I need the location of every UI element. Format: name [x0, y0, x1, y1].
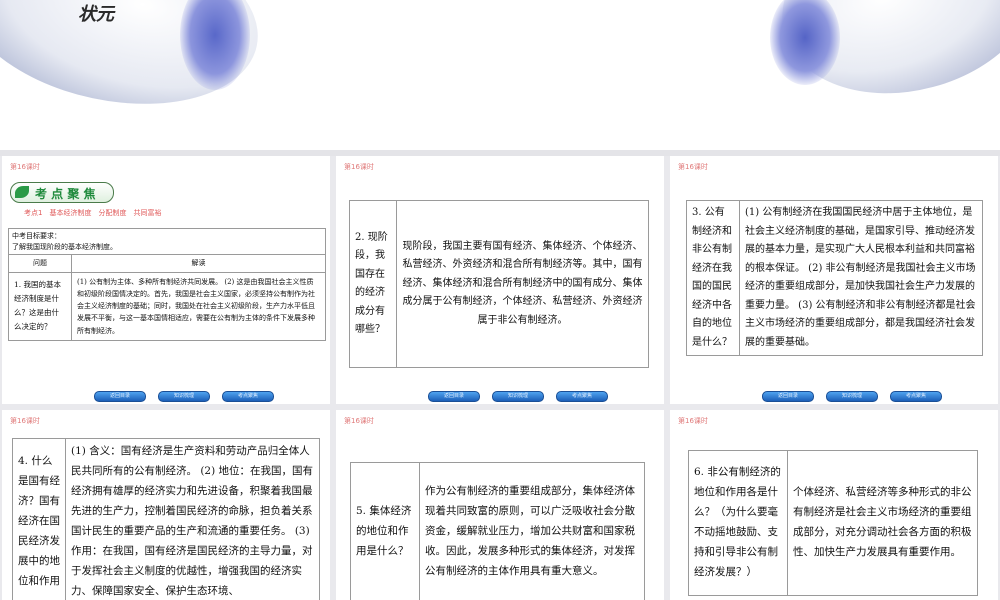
lesson-tag: 第16课时: [678, 417, 708, 425]
answer-cell: 作为公有制经济的重要组成部分，集体经济体现着共同致富的原则，可以广泛吸收社会分散…: [419, 462, 645, 600]
requirement-label: 中考目标要求：: [12, 232, 61, 240]
nav-button-knowledge[interactable]: 知识梳理: [158, 391, 210, 402]
q-and-a-table-1: 中考目标要求： 了解我国现阶段的基本经济制度。 问题 解读 1. 我国的基本经济…: [8, 228, 326, 341]
column-header-answer: 解读: [71, 254, 326, 273]
slide-nav: 返回目录 知识梳理 考点聚焦: [762, 391, 942, 402]
slide-panel-5[interactable]: 第16课时 5. 集体经济的地位和作用是什么？ 作为公有制经济的重要组成部分，集…: [336, 410, 664, 600]
question-cell: 2. 现阶段，我国存在的经济成分有哪些？: [349, 200, 397, 368]
slide-panel-2[interactable]: 第16课时 2. 现阶段，我国存在的经济成分有哪些？ 现阶段，我国主要有国有经济…: [336, 156, 664, 404]
section-subtitle: 考点1 基本经济制度 分配制度 共同富裕: [24, 209, 162, 217]
nav-button-knowledge[interactable]: 知识梳理: [492, 391, 544, 402]
leaf-icon: [15, 186, 29, 198]
slide-nav: 返回目录 知识梳理 考点聚焦: [428, 391, 608, 402]
answer-cell: (1) 含义：国有经济是生产资料和劳动产品归全体人民共同所有的公有制经济。 (2…: [65, 438, 320, 600]
q-and-a-table-4: 4. 什么是国有经济？国有经济在国民经济发展中的地位和作用 (1) 含义：国有经…: [12, 438, 320, 600]
nav-button-focus[interactable]: 考点聚焦: [556, 391, 608, 402]
nav-button-back-to-contents[interactable]: 返回目录: [762, 391, 814, 402]
nav-button-focus[interactable]: 考点聚焦: [222, 391, 274, 402]
q-and-a-table-3: 3. 公有制经济和非公有制经济在我国的国民经济中各自的地位是什么？ (1) 公有…: [686, 200, 983, 356]
answer-cell: 个体经济、私营经济等多种形式的非公有制经济是社会主义市场经济的重要组成部分，对充…: [787, 450, 978, 596]
slide-panel-1[interactable]: 第16课时 考 点 聚 焦 考点1 基本经济制度 分配制度 共同富裕 中考目标要…: [2, 156, 330, 404]
slide-panel-4[interactable]: 第16课时 4. 什么是国有经济？国有经济在国民经济发展中的地位和作用 (1) …: [2, 410, 330, 600]
section-title: 考 点 聚 焦: [35, 187, 96, 201]
lesson-tag: 第16课时: [344, 163, 374, 171]
question-cell: 6. 非公有制经济的地位和作用各是什么？（为什么要毫不动摇地鼓励、支持和引导非公…: [688, 450, 788, 596]
slide-panel-6[interactable]: 第16课时 6. 非公有制经济的地位和作用各是什么？（为什么要毫不动摇地鼓励、支…: [670, 410, 998, 600]
answer-cell: (1) 公有制经济在我国国民经济中居于主体地位，是社会主义经济制度的基础，是国家…: [739, 200, 983, 356]
q-and-a-table-5: 5. 集体经济的地位和作用是什么？ 作为公有制经济的重要组成部分，集体经济体现着…: [350, 462, 645, 600]
lesson-tag: 第16课时: [10, 417, 40, 425]
question-cell: 4. 什么是国有经济？国有经济在国民经济发展中的地位和作用: [12, 438, 66, 600]
nav-button-back-to-contents[interactable]: 返回目录: [94, 391, 146, 402]
slide-panel-3[interactable]: 第16课时 3. 公有制经济和非公有制经济在我国的国民经济中各自的地位是什么？ …: [670, 156, 998, 404]
lesson-tag: 第16课时: [344, 417, 374, 425]
top-banner: 状元: [0, 0, 1000, 150]
nav-button-focus[interactable]: 考点聚焦: [890, 391, 942, 402]
question-cell: 3. 公有制经济和非公有制经济在我国的国民经济中各自的地位是什么？: [686, 200, 740, 356]
nav-button-knowledge[interactable]: 知识梳理: [826, 391, 878, 402]
lesson-tag: 第16课时: [10, 163, 40, 171]
answer-cell: 现阶段，我国主要有国有经济、集体经济、个体经济、私营经济、外资经济和混合所有制经…: [396, 200, 649, 368]
q-and-a-table-6: 6. 非公有制经济的地位和作用各是什么？（为什么要毫不动摇地鼓励、支持和引导非公…: [688, 450, 978, 596]
question-cell: 5. 集体经济的地位和作用是什么？: [350, 462, 420, 600]
requirement-cell: 中考目标要求： 了解我国现阶段的基本经济制度。: [8, 228, 326, 255]
requirement-text: 了解我国现阶段的基本经济制度。: [12, 242, 117, 251]
q-and-a-table-2: 2. 现阶段，我国存在的经济成分有哪些？ 现阶段，我国主要有国有经济、集体经济、…: [349, 200, 649, 368]
nav-button-back-to-contents[interactable]: 返回目录: [428, 391, 480, 402]
slide-nav: 返回目录 知识梳理 考点聚焦: [94, 391, 274, 402]
lesson-tag: 第16课时: [678, 163, 708, 171]
answer-cell: (1) 公有制为主体、多种所有制经济共同发展。 (2) 这是由我国社会主义性质和…: [71, 271, 326, 341]
question-cell: 1. 我国的基本经济制度是什么？这是由什么决定的？: [8, 271, 72, 341]
logo: 状元: [78, 4, 114, 25]
column-header-question: 问题: [8, 254, 72, 273]
section-header: 考 点 聚 焦: [10, 182, 114, 203]
